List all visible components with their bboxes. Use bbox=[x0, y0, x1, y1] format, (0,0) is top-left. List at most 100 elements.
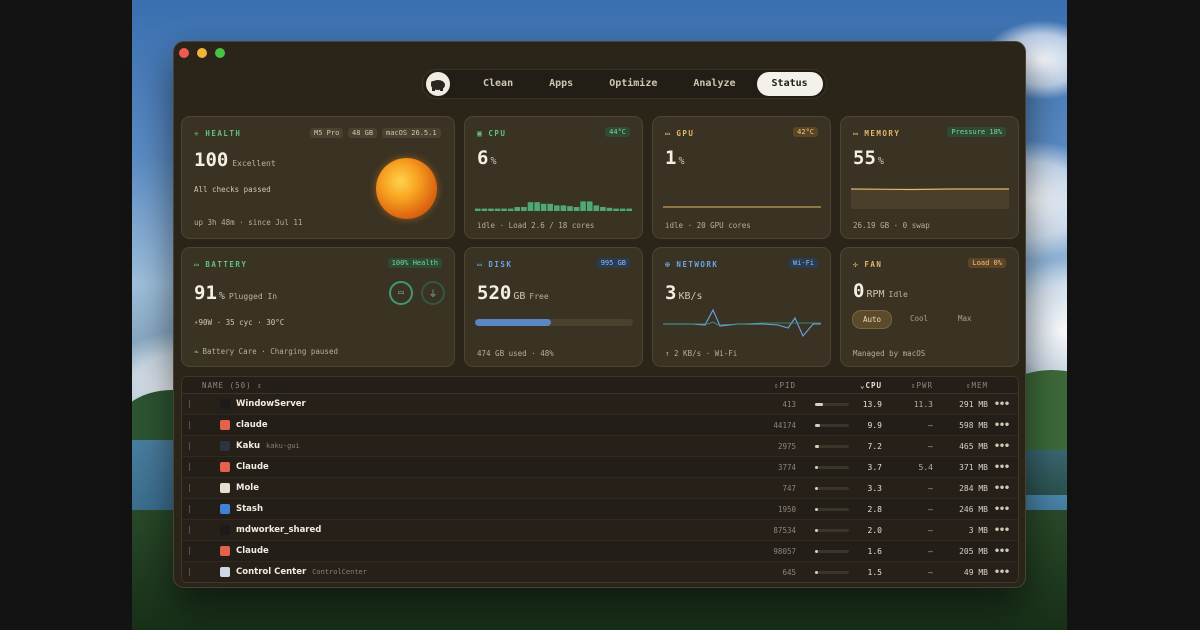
process-pid: 3774 bbox=[777, 462, 796, 472]
process-memory: 291 MB bbox=[959, 399, 988, 409]
memory-icon: ▭ bbox=[853, 129, 860, 138]
row-grip bbox=[189, 505, 190, 513]
more-options-icon[interactable]: ••• bbox=[994, 462, 1010, 473]
process-cpu: 1.5 bbox=[867, 567, 882, 577]
mole-logo-icon[interactable] bbox=[426, 72, 450, 96]
cpu-history-bar bbox=[501, 208, 507, 211]
process-name-cell: mdworker_shared bbox=[220, 525, 327, 535]
row-grip bbox=[189, 442, 190, 450]
col-mem-header[interactable]: ⇕MEM bbox=[966, 381, 988, 390]
process-memory: 205 MB bbox=[959, 546, 988, 556]
app-icon bbox=[220, 441, 230, 451]
process-subname: ControlCenter bbox=[312, 568, 367, 576]
disk-footer: 474 GB used · 48% bbox=[477, 349, 554, 358]
more-options-icon[interactable]: ••• bbox=[994, 441, 1010, 452]
cpu-history-bar bbox=[554, 205, 560, 211]
process-name: WindowServer bbox=[236, 399, 306, 409]
cpu-usage-bar bbox=[815, 549, 849, 553]
fan-value: 0 bbox=[853, 280, 865, 302]
more-options-icon[interactable]: ••• bbox=[994, 399, 1010, 410]
process-power: — bbox=[928, 546, 933, 556]
table-row[interactable]: Mole 747 3.3 — 284 MB ••• bbox=[182, 478, 1018, 499]
cpu-usage-bar bbox=[815, 465, 849, 469]
process-cpu: 3.7 bbox=[867, 462, 882, 472]
chip-icon: ▣ bbox=[477, 129, 484, 138]
zoom-window-button[interactable] bbox=[215, 48, 225, 58]
chip-chip-model: M5 Pro bbox=[310, 128, 344, 138]
process-memory: 598 MB bbox=[959, 420, 988, 430]
table-row[interactable]: Kaku kaku-gui 2975 7.2 — 465 MB ••• bbox=[182, 436, 1018, 457]
tab-analyze[interactable]: Analyze bbox=[678, 72, 750, 96]
more-options-icon[interactable]: ••• bbox=[994, 525, 1010, 536]
tab-optimize[interactable]: Optimize bbox=[594, 72, 672, 96]
col-pid-header[interactable]: ⇕PID bbox=[774, 381, 796, 390]
process-name-cell: Stash bbox=[220, 504, 269, 514]
health-score: 100 bbox=[194, 149, 229, 171]
cpu-value: 6 bbox=[477, 147, 489, 169]
cpu-history-bar bbox=[521, 207, 527, 211]
close-window-button[interactable] bbox=[179, 48, 189, 58]
process-name-cell: claude bbox=[220, 420, 274, 430]
process-name: Mole bbox=[236, 483, 259, 493]
minimize-window-button[interactable] bbox=[197, 48, 207, 58]
process-power: 5.4 bbox=[918, 462, 933, 472]
process-cpu: 9.9 bbox=[867, 420, 882, 430]
tab-status[interactable]: Status bbox=[756, 72, 823, 96]
health-score-line: 100 Excellent bbox=[194, 149, 276, 171]
cpu-history-bar bbox=[573, 207, 580, 211]
tab-clean[interactable]: Clean bbox=[468, 72, 528, 96]
table-header: NAME (50) ⇕ ⇕PID ⌄CPU ⇕PWR ⇕MEM bbox=[182, 377, 1018, 394]
process-power: — bbox=[928, 567, 933, 577]
more-options-icon[interactable]: ••• bbox=[994, 567, 1010, 578]
gpu-history-chart bbox=[663, 206, 821, 208]
fan-footer: Managed by macOS bbox=[853, 349, 926, 358]
process-cpu: 1.6 bbox=[867, 546, 882, 556]
table-row[interactable]: Claude 3774 3.7 5.4 371 MB ••• bbox=[182, 457, 1018, 478]
table-row[interactable]: Claude 98057 1.6 — 205 MB ••• bbox=[182, 541, 1018, 562]
fan-unit: RPM bbox=[866, 289, 885, 300]
more-options-icon[interactable]: ••• bbox=[994, 504, 1010, 515]
fan-mode-cool[interactable]: Cool bbox=[900, 310, 938, 327]
tab-apps[interactable]: Apps bbox=[534, 72, 588, 96]
process-name: claude bbox=[236, 420, 268, 430]
more-options-icon[interactable]: ••• bbox=[994, 420, 1010, 431]
cpu-usage-bar bbox=[815, 486, 849, 490]
gpu-value-line: 1% bbox=[665, 147, 684, 169]
disk-title: ▭ DISK bbox=[477, 260, 513, 269]
process-pid: 2975 bbox=[777, 441, 796, 451]
process-memory: 3 MB bbox=[968, 525, 988, 535]
process-power: — bbox=[928, 525, 933, 535]
process-name-cell: Kaku kaku-gui bbox=[220, 441, 300, 451]
plug-icon: ⏚ bbox=[421, 281, 445, 305]
disk-icon: ▭ bbox=[477, 260, 484, 269]
more-options-icon[interactable]: ••• bbox=[994, 546, 1010, 557]
process-power: — bbox=[928, 441, 933, 451]
app-icon bbox=[220, 546, 230, 556]
table-row[interactable]: mdworker_shared 87534 2.0 — 3 MB ••• bbox=[182, 520, 1018, 541]
fan-mode-max[interactable]: Max bbox=[948, 310, 982, 327]
more-options-icon[interactable]: ••• bbox=[994, 483, 1010, 494]
row-grip bbox=[189, 568, 190, 576]
col-cpu-header[interactable]: ⌄CPU bbox=[860, 381, 882, 390]
gpu-footer: idle · 20 GPU cores bbox=[665, 221, 751, 230]
fan-mode-auto[interactable]: Auto bbox=[852, 310, 893, 329]
table-row[interactable]: claude 44174 9.9 — 598 MB ••• bbox=[182, 415, 1018, 436]
app-window: Clean Apps Optimize Analyze Status ✳ HEAL… bbox=[173, 41, 1026, 588]
process-memory: 465 MB bbox=[959, 441, 988, 451]
network-history-chart bbox=[663, 308, 821, 338]
network-type-chip: Wi-Fi bbox=[788, 258, 818, 268]
cpu-usage-bar bbox=[815, 444, 849, 448]
table-row[interactable]: Control Center ControlCenter 645 1.5 — 49 MB •… bbox=[182, 562, 1018, 582]
process-memory: 49 MB bbox=[963, 567, 988, 577]
network-unit: KB/s bbox=[678, 291, 703, 302]
col-pwr-header[interactable]: ⇕PWR bbox=[911, 381, 933, 390]
memory-title: ▭ MEMORY bbox=[853, 129, 901, 138]
table-row[interactable]: Stash 1950 2.8 — 246 MB ••• bbox=[182, 499, 1018, 520]
app-icon bbox=[220, 483, 230, 493]
col-name-header[interactable]: NAME (50) ⇕ bbox=[202, 381, 263, 390]
app-icon bbox=[220, 420, 230, 430]
process-pid: 1950 bbox=[777, 504, 796, 514]
chip-os-version: macOS 26.5.1 bbox=[382, 128, 441, 138]
table-row[interactable]: WindowServer 413 13.9 11.3 291 MB ••• bbox=[182, 394, 1018, 415]
globe-icon: ⊕ bbox=[665, 260, 672, 269]
